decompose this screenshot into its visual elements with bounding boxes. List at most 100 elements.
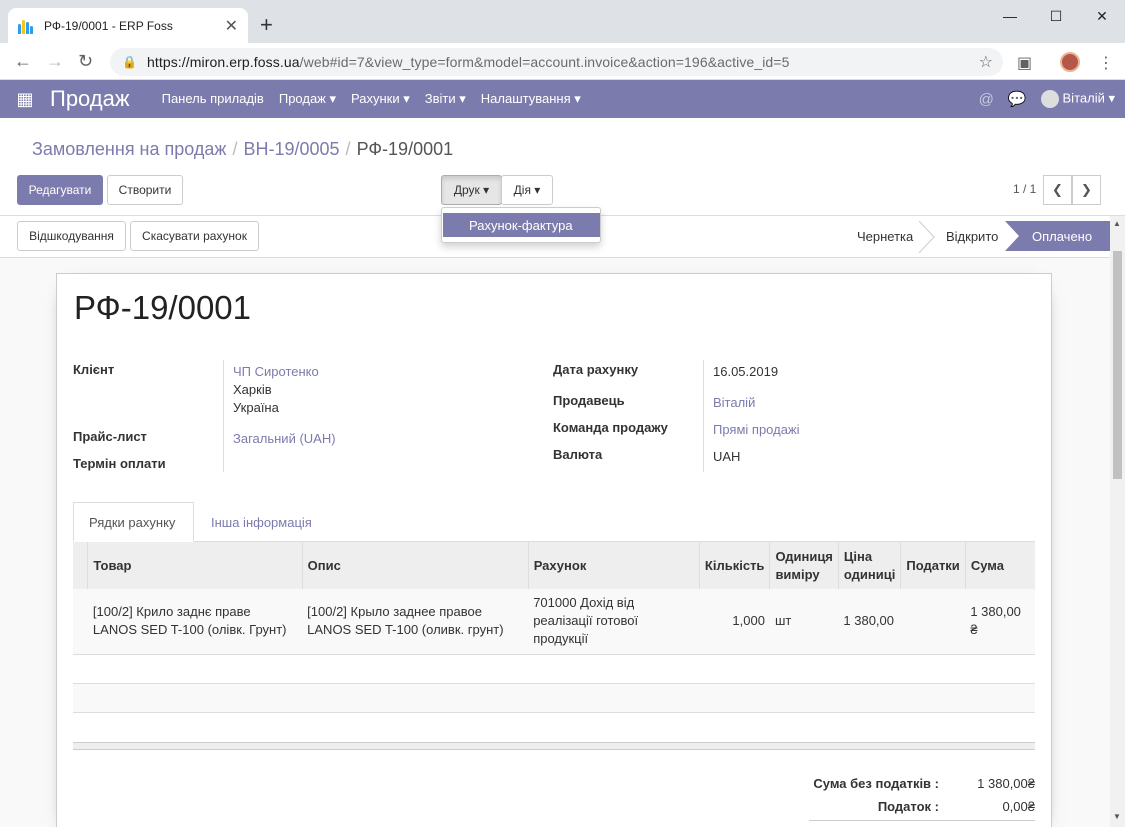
cell-description: [100/2] Крыло заднее правое LANOS SED T-…: [302, 589, 529, 655]
erp-logo-icon: [18, 18, 36, 34]
cell-quantity: 1,000: [699, 589, 770, 655]
empty-row: [73, 684, 1035, 713]
empty-row: [73, 655, 1035, 684]
pager-value: 1 / 1: [1013, 182, 1037, 196]
create-button[interactable]: Створити: [107, 175, 183, 205]
mention-icon[interactable]: @: [979, 91, 994, 108]
client-label: Клієнт: [73, 362, 115, 377]
table-row[interactable]: [100/2] Крило заднє праве LANOS SED T-10…: [73, 589, 1035, 655]
cell-product: [100/2] Крило заднє праве LANOS SED T-10…: [87, 589, 303, 655]
salesperson-label: Продавець: [553, 393, 625, 408]
column-header-unit-price[interactable]: Ціна одиниці: [837, 542, 901, 589]
pager-prev-icon[interactable]: ❮: [1043, 175, 1072, 205]
totals-divider: [809, 820, 1035, 821]
browser-tab[interactable]: РФ-19/0001 - ERP Foss ✕: [8, 8, 248, 43]
invoice-date-label: Дата рахунку: [553, 362, 639, 377]
extension-icon[interactable]: ▣: [1017, 53, 1032, 73]
column-header-taxes[interactable]: Податки: [900, 542, 966, 589]
untaxed-total-label: Сума без податків :: [813, 776, 939, 791]
main-menu: Панель приладів Продаж ▾ Рахунки ▾ Звіти…: [162, 91, 596, 107]
print-invoice-item[interactable]: Рахунок-фактура: [443, 213, 600, 237]
bookmark-star-icon[interactable]: ☆: [979, 52, 993, 72]
client-city: Харків: [233, 382, 272, 397]
untaxed-total-value: 1 380,00₴: [977, 776, 1035, 791]
app-brand: Продаж: [50, 86, 130, 111]
forward-icon[interactable]: →: [46, 51, 64, 72]
invoice-number: РФ-19/0001: [74, 289, 252, 326]
browser-tab-title: РФ-19/0001 - ERP Foss: [44, 18, 173, 33]
edit-button[interactable]: Редагувати: [17, 175, 103, 205]
handle-column-header: [73, 542, 88, 589]
menu-invoices[interactable]: Рахунки ▾: [351, 91, 410, 107]
menu-reports[interactable]: Звіти ▾: [425, 91, 466, 107]
reconcile-button[interactable]: Відшкодування: [17, 221, 126, 251]
invoice-date-value: 16.05.2019: [713, 364, 779, 379]
salesperson-link[interactable]: Віталій: [713, 395, 755, 410]
stage-paid: Оплачено: [1032, 228, 1093, 244]
app-navbar: ▦ Продаж Панель приладів Продаж ▾ Рахунк…: [0, 80, 1125, 118]
back-icon[interactable]: ←: [14, 51, 32, 72]
stage-open: Відкрито: [946, 228, 999, 244]
breadcrumb-sales-orders[interactable]: Замовлення на продаж: [32, 139, 226, 159]
menu-settings[interactable]: Налаштування ▾: [481, 91, 581, 107]
close-icon[interactable]: ✕: [225, 16, 238, 36]
minimize-icon[interactable]: —: [987, 4, 1033, 28]
url-path: /web#id=7&view_type=form&model=account.i…: [299, 54, 790, 70]
client-country: Україна: [233, 400, 279, 415]
user-menu[interactable]: Віталій ▾: [1040, 90, 1115, 108]
column-header-uom[interactable]: Одиниця виміру: [769, 542, 839, 589]
profile-avatar[interactable]: [1060, 52, 1080, 72]
column-header-product[interactable]: Товар: [87, 542, 303, 589]
stage-draft: Чернетка: [857, 228, 914, 244]
tax-total-label: Податок :: [877, 799, 939, 814]
scroll-down-icon[interactable]: ▼: [1113, 812, 1121, 821]
print-dropdown-button[interactable]: Друк ▾: [441, 175, 502, 205]
cell-unit-price: 1 380,00: [838, 589, 901, 655]
url-host: https://miron.erp.foss.ua: [146, 54, 300, 70]
currency-value: UAH: [713, 449, 741, 464]
print-dropdown-menu: Рахунок-фактура: [441, 207, 601, 243]
address-bar: ← → ↻ 🔒 https://miron.erp.foss.ua/web#id…: [0, 43, 1125, 80]
column-header-description[interactable]: Опис: [301, 542, 529, 589]
tab-invoice-lines[interactable]: Рядки рахунку: [73, 502, 194, 542]
cell-uom: шт: [769, 589, 839, 655]
client-name-link[interactable]: ЧП Сиротенко: [233, 364, 319, 379]
new-tab-icon[interactable]: +: [260, 12, 273, 38]
cell-taxes: [900, 589, 966, 655]
scroll-up-icon[interactable]: ▲: [1113, 219, 1121, 228]
url-input[interactable]: 🔒 https://miron.erp.foss.ua/web#id=7&vie…: [110, 48, 1003, 76]
pricelist-link[interactable]: Загальний (UAH): [233, 431, 336, 446]
browser-menu-icon[interactable]: ⋮: [1098, 53, 1114, 73]
menu-sales[interactable]: Продаж ▾: [279, 91, 336, 107]
browser-tabbar: РФ-19/0001 - ERP Foss ✕ + — ☐ ✕: [0, 0, 1125, 43]
lock-icon: 🔒: [122, 55, 137, 69]
form-tabs: Рядки рахунку Інша інформація: [73, 502, 1035, 542]
action-dropdown-button[interactable]: Дія ▾: [501, 175, 553, 205]
pricelist-label: Прайс-лист: [73, 429, 147, 444]
menu-dashboard[interactable]: Панель приладів: [162, 91, 264, 107]
maximize-icon[interactable]: ☐: [1033, 4, 1079, 28]
column-header-quantity[interactable]: Кількість: [698, 542, 770, 589]
table-footer: [73, 742, 1035, 750]
window-close-icon[interactable]: ✕: [1079, 4, 1125, 28]
column-header-amount[interactable]: Сума: [964, 542, 1035, 589]
control-panel: Замовлення на продаж / ВН-19/0005/РФ-19/00…: [0, 118, 1125, 216]
reload-icon[interactable]: ↻: [78, 51, 93, 72]
tax-total-value: 0,00₴: [1002, 799, 1035, 814]
scrollbar-thumb[interactable]: [1113, 251, 1122, 479]
pager-next-icon[interactable]: ❯: [1072, 175, 1101, 205]
chat-icon[interactable]: 💬: [1008, 90, 1027, 108]
stage-divider: [918, 221, 935, 253]
cancel-invoice-button[interactable]: Скасувати рахунок: [130, 221, 259, 251]
column-header-account[interactable]: Рахунок: [527, 542, 700, 589]
breadcrumb-order[interactable]: ВН-19/0005: [243, 139, 339, 159]
sales-team-link[interactable]: Прямі продажі: [713, 422, 800, 437]
scrollbar[interactable]: ▲ ▼: [1110, 216, 1125, 827]
sales-team-label: Команда продажу: [553, 420, 668, 435]
cell-amount: 1 380,00 ₴: [965, 589, 1035, 655]
user-avatar: [1040, 90, 1059, 108]
payment-term-label: Термін оплати: [73, 456, 166, 471]
apps-grid-icon[interactable]: ▦: [0, 89, 50, 110]
tab-other-info[interactable]: Інша інформація: [196, 502, 327, 542]
currency-label: Валюта: [553, 447, 603, 462]
